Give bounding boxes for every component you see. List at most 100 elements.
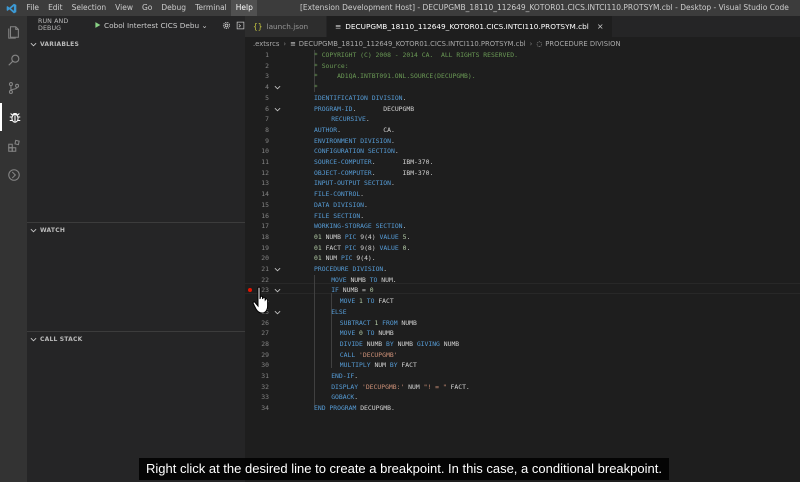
code-text: MOVE NUMB TO NUM. bbox=[331, 275, 397, 284]
watch-panel-title: WATCH bbox=[40, 226, 66, 234]
chevron-right-icon: › bbox=[283, 39, 287, 48]
breadcrumb-file[interactable]: DECUPGMB_18110_112649_KOTOR01.CICS.INTCI… bbox=[299, 40, 526, 48]
code-text: * COPYRIGHT (C) 2008 - 2014 CA. ALL RIGH… bbox=[314, 51, 518, 59]
code-line[interactable]: 21 PROCEDURE DIVISION. bbox=[245, 264, 800, 275]
call-stack-panel-title: CALL STACK bbox=[40, 335, 83, 343]
code-line[interactable]: 31 END-IF. bbox=[245, 371, 800, 382]
line-number: 20 bbox=[261, 254, 269, 263]
code-line[interactable]: 15 DATA DIVISION. bbox=[245, 200, 800, 211]
code-text: MOVE 1 TO FACT bbox=[339, 297, 394, 306]
line-number: 27 bbox=[261, 329, 269, 338]
code-line[interactable]: 9 ENVIRONMENT DIVISION. bbox=[245, 136, 800, 147]
breadcrumb-symbol[interactable]: PROCEDURE DIVISION bbox=[545, 40, 620, 48]
code-line[interactable]: 12 OBJECT-COMPUTER. IBM-370. bbox=[245, 168, 800, 179]
chevron-down-icon bbox=[30, 337, 37, 341]
code-text: FILE-CONTROL. bbox=[314, 190, 365, 199]
source-control-icon[interactable] bbox=[0, 74, 27, 102]
menu-selection[interactable]: Selection bbox=[67, 0, 111, 16]
fold-chevron-icon[interactable] bbox=[274, 106, 281, 113]
fold-chevron-icon[interactable] bbox=[274, 266, 281, 273]
breadcrumb-folder[interactable]: .extsrcs bbox=[253, 40, 279, 48]
code-text: END PROGRAM DECUPGMB. bbox=[314, 404, 395, 413]
code-line[interactable]: 22 MOVE NUMB TO NUM. bbox=[245, 275, 800, 286]
menu-edit[interactable]: Edit bbox=[44, 0, 68, 16]
code-text: IF NUMB = 0 bbox=[331, 286, 374, 295]
code-line[interactable]: 23 IF NUMB = 0 bbox=[245, 285, 800, 296]
code-line[interactable]: 30 MULTIPLY NUM BY FACT bbox=[245, 360, 800, 371]
code-text: INPUT-OUTPUT SECTION. bbox=[314, 179, 395, 188]
line-number: 6 bbox=[265, 104, 269, 113]
code-line[interactable]: 11 SOURCE-COMPUTER. IBM-370. bbox=[245, 157, 800, 168]
code-text: ELSE bbox=[331, 307, 347, 316]
fold-chevron-icon[interactable] bbox=[274, 84, 281, 91]
line-number: 8 bbox=[265, 125, 269, 134]
code-text: DIVIDE NUMB BY NUMB GIVING NUMB bbox=[339, 339, 460, 348]
code-line[interactable]: 7 RECURSIVE. bbox=[245, 114, 800, 125]
debug-icon[interactable] bbox=[0, 103, 27, 131]
code-line[interactable]: 1 * COPYRIGHT (C) 2008 - 2014 CA. ALL RIG… bbox=[245, 50, 800, 61]
tab-protsym-cbl[interactable]: ≡ DECUPGMB_18110_112649_KOTOR01.CICS.INT… bbox=[327, 16, 613, 37]
code-line[interactable]: 6 PROGRAM-ID. DECUPGMB bbox=[245, 104, 800, 115]
line-number: 30 bbox=[261, 361, 269, 370]
code-line[interactable]: 28 DIVIDE NUMB BY NUMB GIVING NUMB bbox=[245, 339, 800, 350]
close-icon[interactable]: × bbox=[597, 22, 604, 31]
code-line[interactable]: 4 * bbox=[245, 82, 800, 93]
debug-sidebar: RUN AND DEBUG Cobol Intertest CICS Debu … bbox=[27, 16, 245, 482]
hand-cursor-icon bbox=[252, 286, 269, 314]
launch-config-select[interactable]: Cobol Intertest CICS Debu ⌄ bbox=[104, 21, 208, 30]
code-line[interactable]: 24MOVE 1 TO FACT bbox=[245, 296, 800, 307]
code-text: GOBACK. bbox=[331, 393, 359, 402]
code-text: AUTHOR. CA. bbox=[314, 125, 395, 134]
watch-panel-header[interactable]: WATCH bbox=[27, 223, 245, 237]
code-text: PROCEDURE DIVISION. bbox=[314, 265, 388, 273]
remote-icon[interactable] bbox=[0, 161, 27, 189]
tab-launch-json[interactable]: {} launch.json bbox=[245, 16, 327, 37]
tab-label: DECUPGMB_18110_112649_KOTOR01.CICS.INTCI… bbox=[345, 22, 589, 31]
menu-help[interactable]: Help bbox=[231, 0, 258, 16]
debug-console-icon[interactable] bbox=[235, 20, 245, 31]
fold-chevron-icon[interactable] bbox=[274, 287, 281, 294]
breadcrumb: .extsrcs › ≡ DECUPGMB_18110_112649_KOTOR… bbox=[245, 37, 800, 50]
code-line[interactable]: 29 CALL 'DECUPGMB' bbox=[245, 350, 800, 361]
menu-view[interactable]: View bbox=[111, 0, 138, 16]
search-icon[interactable] bbox=[0, 46, 27, 74]
code-line[interactable]: 19 01 FACT PIC 9(8) VALUE 0. bbox=[245, 243, 800, 254]
code-line[interactable]: 32 DISPLAY 'DECUPGMB:' NUM "! = " FACT. bbox=[245, 382, 800, 393]
menu-file[interactable]: File bbox=[22, 0, 44, 16]
window-title: [Extension Development Host] - DECUPGMB_… bbox=[300, 3, 789, 12]
line-number: 34 bbox=[261, 404, 269, 413]
code-line[interactable]: 5 IDENTIFICATION DIVISION. bbox=[245, 93, 800, 104]
menu-go[interactable]: Go bbox=[137, 0, 156, 16]
extensions-icon[interactable] bbox=[0, 132, 27, 160]
call-stack-panel-header[interactable]: CALL STACK bbox=[27, 332, 245, 346]
code-line[interactable]: 16 FILE SECTION. bbox=[245, 211, 800, 222]
gear-icon[interactable] bbox=[222, 20, 232, 31]
variables-panel-header[interactable]: VARIABLES bbox=[27, 37, 245, 51]
code-text: * AD1QA.INTBT091.ONL.SOURCE(DECUPGMB). bbox=[314, 72, 476, 81]
code-line[interactable]: 17 WORKING-STORAGE SECTION. bbox=[245, 221, 800, 232]
code-line[interactable]: 18 01 NUMB PIC 9(4) VALUE 5. bbox=[245, 232, 800, 243]
explorer-icon[interactable] bbox=[0, 18, 27, 46]
line-number: 1 bbox=[265, 51, 269, 59]
menu-debug[interactable]: Debug bbox=[157, 0, 191, 16]
code-line[interactable]: 34 END PROGRAM DECUPGMB. bbox=[245, 403, 800, 414]
line-number: 7 bbox=[265, 115, 269, 124]
json-file-icon: {} bbox=[253, 22, 263, 31]
code-text: IDENTIFICATION DIVISION. bbox=[314, 93, 407, 102]
code-line[interactable]: 26 SUBTRACT 1 FROM NUMB bbox=[245, 318, 800, 329]
start-debugging-icon[interactable] bbox=[94, 21, 101, 29]
code-line[interactable]: 20 01 NUM PIC 9(4). bbox=[245, 253, 800, 264]
menu-terminal[interactable]: Terminal bbox=[191, 0, 232, 16]
code-line[interactable]: 10 CONFIGURATION SECTION. bbox=[245, 146, 800, 157]
fold-chevron-icon[interactable] bbox=[274, 309, 281, 316]
code-line[interactable]: 14 FILE-CONTROL. bbox=[245, 189, 800, 200]
code-editor[interactable]: 1 * COPYRIGHT (C) 2008 - 2014 CA. ALL RIG… bbox=[245, 50, 800, 482]
code-line[interactable]: 2 * Source: bbox=[245, 61, 800, 72]
code-line[interactable]: 8 AUTHOR. CA. bbox=[245, 125, 800, 136]
line-number: 11 bbox=[261, 158, 269, 166]
code-line[interactable]: 27 MOVE 0 TO NUMB bbox=[245, 328, 800, 339]
code-line[interactable]: 3 * AD1QA.INTBT091.ONL.SOURCE(DECUPGMB). bbox=[245, 71, 800, 82]
code-line[interactable]: 25ELSE bbox=[245, 307, 800, 318]
code-line[interactable]: 33 GOBACK. bbox=[245, 392, 800, 403]
code-line[interactable]: 13 INPUT-OUTPUT SECTION. bbox=[245, 178, 800, 189]
